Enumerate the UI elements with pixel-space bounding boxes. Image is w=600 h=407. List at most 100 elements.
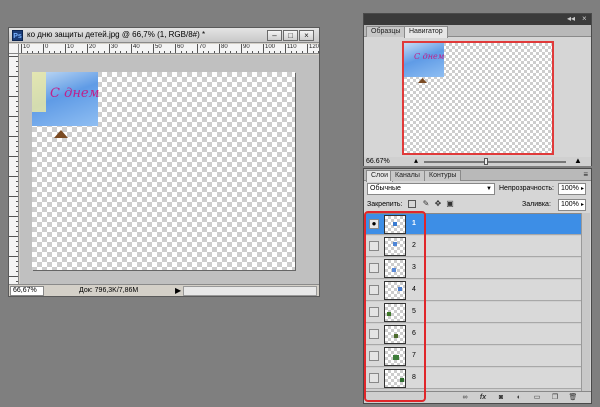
lock-row: Закрепить: ✎ ✥ ▣ Заливка: 100% ▸ xyxy=(364,198,591,212)
lock-move-icon[interactable]: ✥ xyxy=(434,200,442,208)
ruler-minor-tick xyxy=(48,51,50,53)
ruler-tick xyxy=(16,241,18,242)
lock-transparency-icon[interactable] xyxy=(408,200,416,208)
ruler-minor-tick xyxy=(268,51,270,53)
lock-all-icon[interactable]: ▣ xyxy=(446,200,454,208)
ruler-minor-tick xyxy=(257,51,259,53)
status-menu-arrow[interactable]: ▶ xyxy=(175,286,181,295)
opacity-value: 100% xyxy=(561,185,579,192)
ruler-minor-tick xyxy=(114,51,116,53)
document-window: Ps ко дню защиты детей.jpg @ 66,7% (1, R… xyxy=(8,27,320,297)
ruler-tick xyxy=(16,266,18,267)
lock-brush-icon[interactable]: ✎ xyxy=(422,200,430,208)
ruler-tick xyxy=(16,81,18,82)
ruler-minor-tick xyxy=(318,51,319,53)
ruler-minor-tick xyxy=(76,51,77,53)
ruler-label: 20 xyxy=(89,44,96,50)
tab-layers[interactable]: Слои xyxy=(366,170,394,182)
ruler-left[interactable] xyxy=(9,54,19,284)
ruler-tick xyxy=(16,146,18,147)
ruler-major-tick xyxy=(109,44,110,53)
ruler-label: 10 xyxy=(23,44,30,50)
ruler-tick xyxy=(16,66,18,67)
panel-menu-icon[interactable]: ≡ xyxy=(583,169,588,180)
ruler-major-tick xyxy=(153,44,154,53)
zoom-field[interactable]: 66,67% xyxy=(10,286,44,296)
ruler-minor-tick xyxy=(81,51,83,53)
fill-field[interactable]: 100% ▸ xyxy=(558,199,586,211)
ruler-minor-tick xyxy=(98,51,99,53)
ruler-minor-tick xyxy=(142,51,143,53)
mask-icon[interactable]: ◙ xyxy=(496,393,506,403)
panel-header[interactable]: ◂◂ × xyxy=(364,14,591,25)
ruler-major-tick xyxy=(65,44,66,53)
navigator-zoom-value[interactable]: 66.67% xyxy=(366,157,390,166)
house-graphic xyxy=(54,130,68,138)
tab-paths[interactable]: Контуры xyxy=(424,170,462,181)
link-icon[interactable]: ∞ xyxy=(460,393,470,403)
ruler-tick xyxy=(9,156,18,157)
ruler-minor-tick xyxy=(213,51,215,53)
ruler-minor-tick xyxy=(59,51,61,53)
ruler-tick xyxy=(9,196,18,197)
collapse-icon[interactable]: ◂◂ xyxy=(567,14,575,24)
ruler-tick xyxy=(16,151,18,152)
document-title: ко дню защиты детей.jpg @ 66,7% (1, RGB/… xyxy=(27,30,206,39)
tab-channels[interactable]: Каналы xyxy=(390,170,425,181)
ruler-tick xyxy=(16,281,18,282)
navigator-zoombar: 66.67% ▴ ▲ xyxy=(364,157,591,166)
ruler-label: 120 xyxy=(309,44,319,50)
layers-highlight-annotation xyxy=(364,211,426,402)
ruler-tick xyxy=(16,206,18,207)
ruler-tick xyxy=(16,181,18,182)
ruler-major-tick xyxy=(241,44,242,53)
ruler-tick xyxy=(9,216,18,217)
lock-label: Закрепить: xyxy=(367,201,403,208)
canvas-greeting-text: С днем xyxy=(50,86,100,101)
ruler-tick xyxy=(16,161,18,162)
preview-sky-layer: С днем xyxy=(404,43,444,77)
ruler-tick xyxy=(16,141,18,142)
trash-icon[interactable]: 🗑 xyxy=(568,393,578,403)
opacity-field[interactable]: 100% ▸ xyxy=(558,183,586,195)
navigator-preview[interactable]: С днем xyxy=(402,41,554,155)
zoom-slider-track[interactable] xyxy=(424,161,566,163)
layers-scrollbar[interactable] xyxy=(581,213,590,391)
document-size-info: Док: 796,3K/7,86M xyxy=(79,287,139,294)
ruler-tick xyxy=(9,96,18,97)
sky-image-layer: С днем xyxy=(32,72,100,126)
document-titlebar[interactable]: Ps ко дню защиты детей.jpg @ 66,7% (1, R… xyxy=(9,28,319,43)
fx-icon[interactable]: fx xyxy=(478,393,488,403)
ruler-label: 90 xyxy=(243,44,250,50)
ruler-major-tick xyxy=(307,44,308,53)
ruler-major-tick xyxy=(219,44,220,53)
adjustment-icon[interactable]: ◐ xyxy=(514,393,524,403)
ruler-corner[interactable] xyxy=(9,44,19,54)
new-layer-icon[interactable]: ❐ xyxy=(550,393,560,403)
close-icon[interactable]: × xyxy=(582,14,587,24)
ruler-tick xyxy=(16,186,18,187)
group-icon[interactable]: ▭ xyxy=(532,393,542,403)
zoom-slider-knob[interactable] xyxy=(484,158,488,165)
blend-mode-select[interactable]: Обычные ▼ xyxy=(367,183,495,195)
close-button[interactable]: × xyxy=(299,30,314,41)
navigator-panel: ◂◂ × Образцы Навигатор С днем 66.67% ▴ ▲ xyxy=(363,13,592,166)
ruler-label: 70 xyxy=(199,44,206,50)
ruler-label: 10 xyxy=(67,44,74,50)
ruler-top[interactable]: 10 0 10 20 30 40 50 60 70 80 90 100 110 120 xyxy=(19,44,319,54)
ruler-minor-tick xyxy=(103,51,105,53)
minimize-button[interactable]: – xyxy=(267,30,282,41)
document-canvas[interactable]: С днем xyxy=(32,72,295,270)
fill-label: Заливка: xyxy=(522,201,551,208)
maximize-button[interactable]: □ xyxy=(283,30,298,41)
ruler-tick xyxy=(16,101,18,102)
canvas-area[interactable]: С днем xyxy=(20,55,319,284)
tab-swatches[interactable]: Образцы xyxy=(366,26,406,37)
ruler-tick xyxy=(9,256,18,257)
tab-navigator[interactable]: Навигатор xyxy=(404,26,448,38)
zoom-out-icon[interactable]: ▴ xyxy=(414,157,418,165)
ruler-major-tick xyxy=(175,44,176,53)
zoom-in-icon[interactable]: ▲ xyxy=(574,157,582,165)
horizontal-scrollbar[interactable] xyxy=(183,286,317,296)
ruler-minor-tick xyxy=(290,51,292,53)
